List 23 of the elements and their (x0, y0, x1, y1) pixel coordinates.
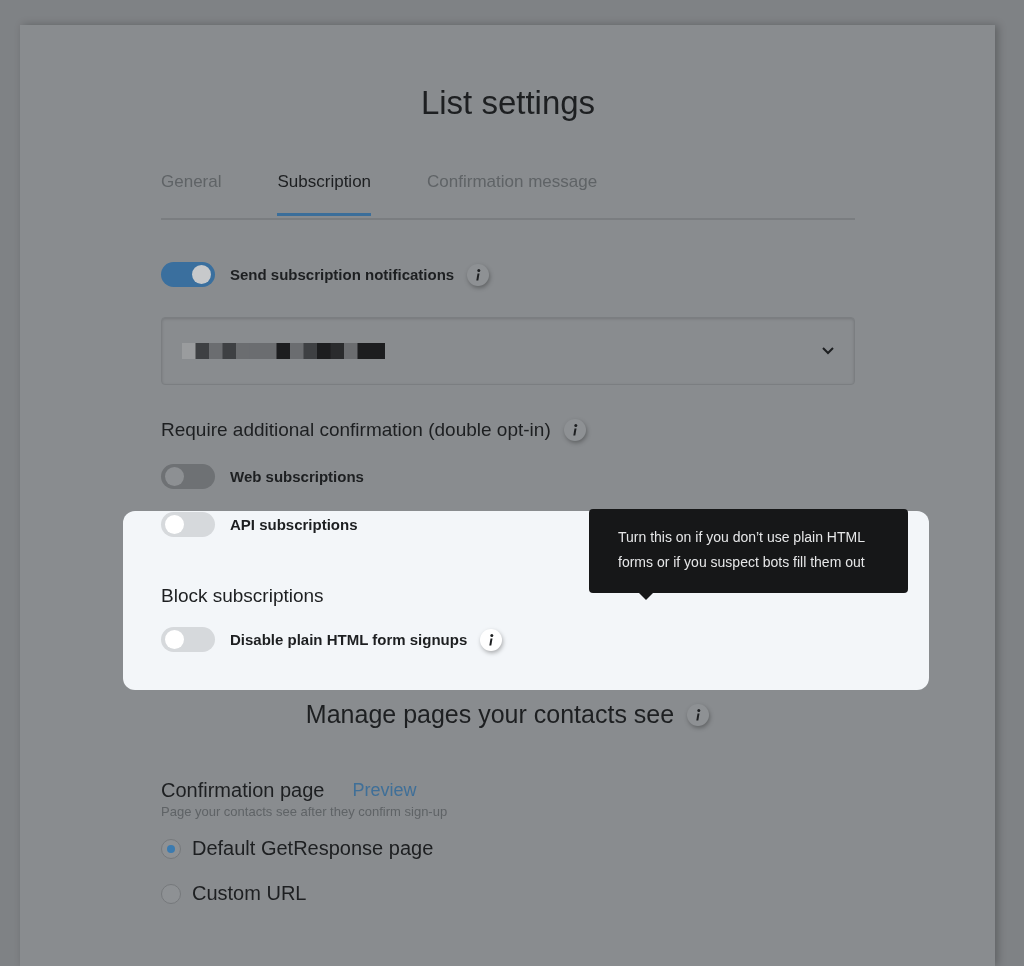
toggle-label: API subscriptions (230, 516, 358, 533)
toggle-label: Send subscription notifications (230, 266, 455, 283)
toggle-switch[interactable] (161, 262, 215, 287)
section-heading: Require additional confirmation (double opt-in) (161, 419, 551, 441)
radio-label: Custom URL (192, 882, 307, 905)
dropdown[interactable] (161, 317, 855, 385)
toggle-switch[interactable] (161, 512, 215, 537)
toggle-label: Disable plain HTML form signups (230, 631, 468, 648)
radio-label: Default GetResponse page (192, 837, 434, 860)
info-icon[interactable] (479, 627, 504, 652)
preview-link[interactable]: Preview (352, 780, 417, 801)
tooltip-text: Turn this on if you don’t use plain HTML forms or if you suspect bots fill them out (618, 528, 866, 572)
section-title: Manage pages your contacts see (305, 700, 675, 729)
toggle-switch[interactable] (161, 627, 215, 652)
radio-button[interactable] (161, 838, 181, 859)
section-heading: Block subscriptions (161, 585, 324, 607)
tab[interactable]: Subscription (277, 169, 372, 216)
radio-button[interactable] (161, 883, 181, 904)
toggle-label: Web subscriptions (230, 468, 364, 485)
toggle-switch[interactable] (161, 464, 215, 489)
page-title: List settings (419, 83, 597, 123)
chevron-down-icon (822, 347, 834, 355)
subsection-title: Confirmation page (161, 779, 325, 802)
